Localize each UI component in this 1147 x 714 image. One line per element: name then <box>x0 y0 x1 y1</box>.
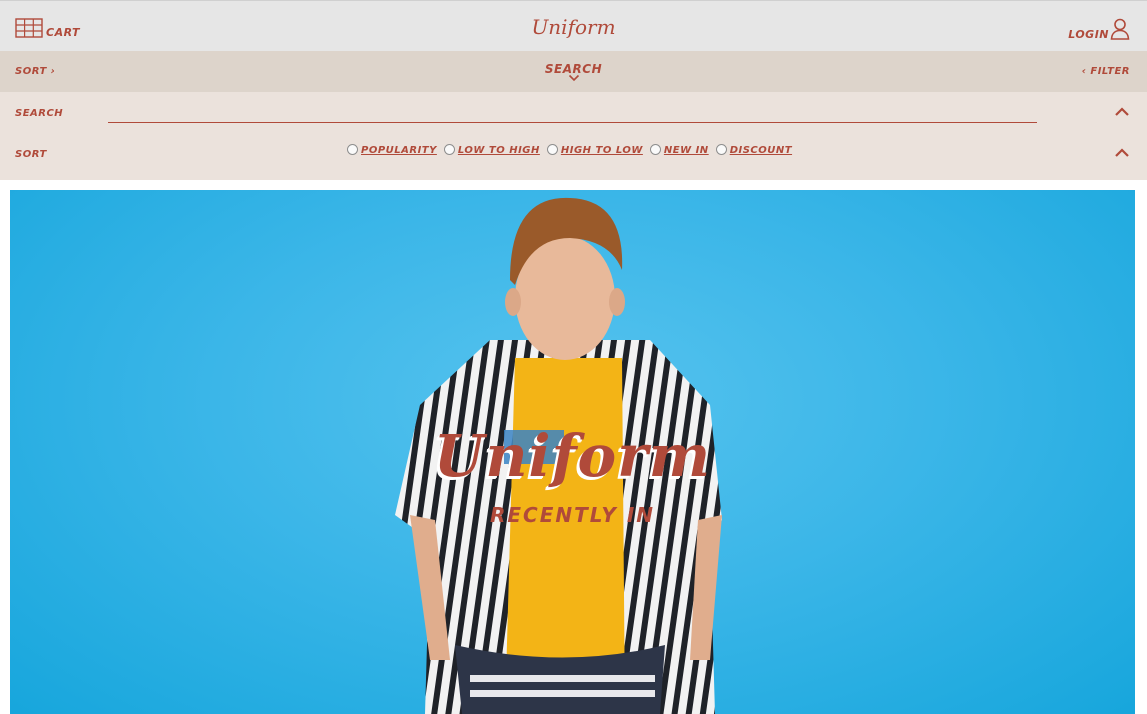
login-label: LOGIN <box>1068 28 1109 41</box>
search-toggle-wrap: SEARCH <box>0 62 1147 82</box>
search-input[interactable] <box>108 101 1037 123</box>
radio-button[interactable] <box>546 143 558 155</box>
sort-option-label: NEW IN <box>663 145 709 156</box>
collapse-sort-chevron-up-icon[interactable] <box>1114 147 1130 159</box>
hero-tagline: RECENTLY IN <box>489 503 656 527</box>
sort-option-low-to-high[interactable]: LOW TO HIGH <box>443 143 540 156</box>
radio-button[interactable] <box>443 143 455 155</box>
sort-option-label: POPULARITY <box>361 145 437 156</box>
user-icon <box>1110 18 1130 40</box>
sort-option-label: LOW TO HIGH <box>457 145 540 156</box>
hero-logo: Uniform <box>433 422 712 490</box>
search-toggle[interactable]: SEARCH <box>545 62 602 82</box>
site-logo-text: Uniform <box>531 15 616 39</box>
hero-banner[interactable]: Uniform RECENTLY IN <box>10 190 1135 714</box>
top-bar: CART Uniform LOGIN <box>0 0 1147 51</box>
collapse-search-chevron-up-icon[interactable] <box>1114 106 1130 118</box>
radio-button[interactable] <box>649 143 661 155</box>
radio-button[interactable] <box>715 143 727 155</box>
sort-row-label: SORT <box>15 149 47 160</box>
chevron-left-icon: ‹ <box>1081 66 1087 77</box>
sort-option-label: DISCOUNT <box>729 145 793 156</box>
sort-option-high-to-low[interactable]: HIGH TO LOW <box>546 143 643 156</box>
site-logo[interactable]: Uniform <box>0 15 1147 39</box>
sort-option-discount[interactable]: DISCOUNT <box>715 143 793 156</box>
sort-option-popularity[interactable]: POPULARITY <box>347 143 437 156</box>
sort-option-label: HIGH TO LOW <box>560 145 643 156</box>
radio-button[interactable] <box>347 143 358 155</box>
login-link[interactable]: LOGIN <box>1068 18 1130 40</box>
filter-toggle-label: FILTER <box>1090 66 1130 77</box>
sort-option-new-in[interactable]: NEW IN <box>649 143 709 156</box>
search-row-label: SEARCH <box>15 108 64 119</box>
filter-toggle[interactable]: ‹ FILTER <box>1082 66 1130 77</box>
sort-options: POPULARITY LOW TO HIGH HIGH TO LOW NEW I… <box>347 143 799 156</box>
sub-nav: SORT › SEARCH ‹ FILTER <box>0 51 1147 92</box>
search-toggle-label: SEARCH <box>544 62 603 76</box>
search-sort-panel: SEARCH SORT POPULARITY LOW TO HIGH HIGH … <box>0 92 1147 180</box>
